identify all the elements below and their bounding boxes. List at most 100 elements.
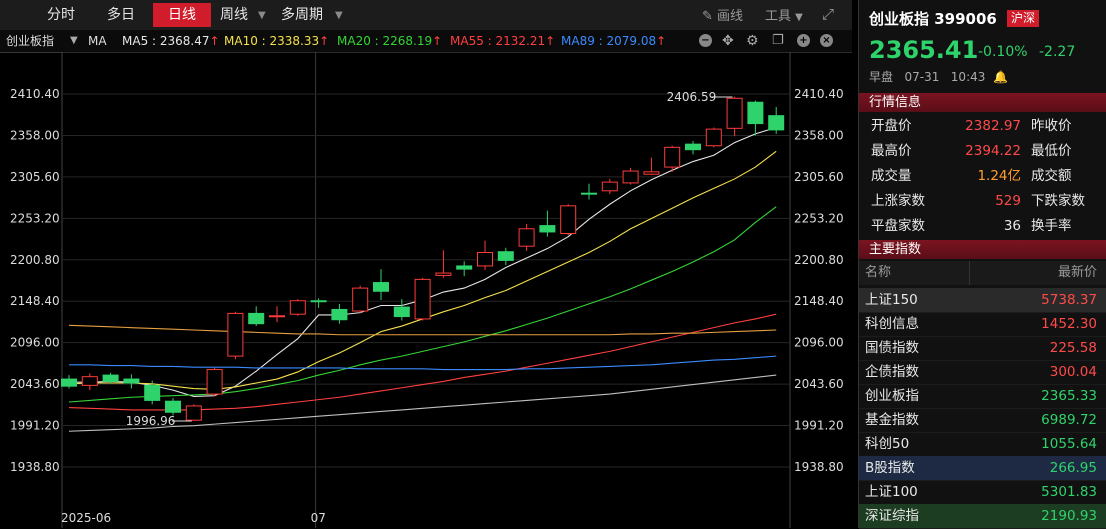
index-row[interactable]: 上证100 5301.83 bbox=[859, 480, 1106, 505]
ma-indicator-bar: 创业板指 ▼ MA MA5 : 2368.47↑ MA10 : 2338.33↑… bbox=[0, 30, 852, 53]
last-price: 2365.41 bbox=[869, 36, 979, 64]
quote-field-label: 下跌家数 bbox=[1031, 193, 1085, 209]
chevron-down-icon[interactable]: ▼ bbox=[258, 10, 266, 21]
fullscreen-icon[interactable]: ⤢ bbox=[822, 5, 834, 23]
candle-body bbox=[685, 143, 701, 151]
quote-field-label: 平盘家数 bbox=[871, 218, 925, 234]
index-row[interactable]: B股指数 266.95 bbox=[859, 456, 1106, 481]
quote-panel: 创业板指 399006 沪深 2365.41 -0.10% -2.27 早盘 0… bbox=[858, 0, 1106, 529]
ma20-value: MA20 : 2268.19↑ bbox=[337, 34, 443, 48]
index-row[interactable]: 科创50 1055.64 bbox=[859, 432, 1106, 457]
quote-row: 最高价 2394.22 最低价 bbox=[859, 139, 1106, 163]
candle-body bbox=[206, 369, 223, 395]
column-latest-price[interactable]: 最新价 bbox=[1058, 261, 1097, 285]
y-tick-label-left: 2200.80 bbox=[10, 253, 60, 267]
quote-field-label: 昨收价 bbox=[1031, 118, 1072, 134]
candle-body bbox=[393, 306, 410, 318]
candle-body bbox=[456, 265, 473, 270]
index-price: 2190.93 bbox=[1041, 508, 1097, 524]
index-name: 基金指数 bbox=[865, 412, 919, 428]
quote-field-label: 成交额 bbox=[1031, 168, 1072, 184]
index-row[interactable]: 上证150 5738.37 bbox=[859, 288, 1106, 313]
section-quote-info: 行情信息 bbox=[859, 93, 1106, 112]
gear-icon[interactable]: ⚙ bbox=[746, 30, 759, 52]
quote-field-value: 2394.22 bbox=[965, 143, 1021, 159]
close-icon[interactable]: × bbox=[820, 34, 833, 47]
quote-date: 07-31 bbox=[904, 70, 940, 84]
add-indicator-icon[interactable]: + bbox=[797, 34, 810, 47]
candlestick-chart[interactable]: 2410.40 2410.40 2358.00 2358.00 2305.60 2305.… bbox=[0, 52, 852, 528]
chevron-down-icon[interactable]: ▼ bbox=[335, 10, 343, 21]
tab-weekly[interactable]: 周线 bbox=[214, 3, 254, 27]
session-label: 早盘 bbox=[869, 70, 894, 84]
tab-multi-day[interactable]: 多日 bbox=[95, 3, 147, 27]
y-tick-label-right: 1938.80 bbox=[794, 460, 844, 474]
index-price: 1452.30 bbox=[1041, 316, 1097, 332]
tab-multi-period[interactable]: 多周期 bbox=[276, 3, 328, 27]
draw-line-button[interactable]: ✎ 画线 bbox=[702, 5, 743, 24]
candle-body bbox=[310, 300, 327, 303]
y-tick-label-left: 2043.60 bbox=[10, 377, 60, 391]
tab-daily[interactable]: 日线 bbox=[153, 3, 211, 27]
index-name: 上证150 bbox=[865, 292, 918, 308]
copy-icon[interactable]: ❐ bbox=[772, 30, 784, 52]
index-row[interactable]: 创业板指 2365.33 bbox=[859, 384, 1106, 409]
session-info: 早盘 07-31 10:43 🔔 bbox=[869, 68, 1008, 85]
candle-body bbox=[269, 315, 285, 318]
index-price: 1055.64 bbox=[1041, 436, 1097, 452]
tab-intraday[interactable]: 分时 bbox=[35, 3, 87, 27]
candle-body bbox=[601, 181, 618, 192]
candle-body bbox=[123, 378, 140, 384]
quote-field-value: 1.24亿 bbox=[977, 168, 1021, 184]
change-value: -2.27 bbox=[1039, 44, 1076, 60]
index-name: 企债指数 bbox=[865, 364, 919, 380]
index-price: 225.58 bbox=[1049, 340, 1097, 356]
quote-field-label: 最高价 bbox=[871, 143, 912, 159]
index-title: 创业板指 399006 bbox=[869, 10, 997, 28]
index-row[interactable]: 企债指数 300.04 bbox=[859, 360, 1106, 385]
index-row[interactable]: 国债指数 225.58 bbox=[859, 336, 1106, 361]
move-icon[interactable]: ✥ bbox=[722, 30, 734, 52]
collapse-icon[interactable]: − bbox=[699, 34, 712, 47]
candle-body bbox=[435, 272, 452, 276]
index-price: 5738.37 bbox=[1041, 292, 1097, 308]
index-row[interactable]: 基金指数 6989.72 bbox=[859, 408, 1106, 433]
candle-body bbox=[622, 170, 639, 184]
candle-body bbox=[664, 146, 681, 168]
index-row[interactable]: 深证综指 2190.93 bbox=[859, 504, 1106, 529]
index-name: 科创信息 bbox=[865, 316, 919, 332]
tools-label: 工具 bbox=[765, 9, 792, 24]
candle-body bbox=[477, 252, 493, 267]
quote-field-label: 最低价 bbox=[1031, 143, 1072, 159]
ma-line bbox=[69, 355, 777, 371]
y-tick-label-left: 2096.00 bbox=[10, 336, 60, 350]
candle-body bbox=[560, 205, 577, 235]
candle-body bbox=[768, 115, 785, 131]
y-tick-label-right: 2200.80 bbox=[794, 253, 844, 267]
quote-field-value: 36 bbox=[1003, 218, 1021, 234]
index-row[interactable]: 科创信息 1452.30 bbox=[859, 312, 1106, 337]
y-tick-label-right: 2096.00 bbox=[794, 336, 844, 350]
index-name: 科创50 bbox=[865, 436, 910, 452]
candle-body bbox=[185, 405, 202, 421]
candle-body bbox=[331, 308, 348, 321]
candle-body bbox=[165, 400, 181, 413]
y-tick-label-left: 1991.20 bbox=[10, 419, 60, 433]
candle-body bbox=[102, 374, 119, 382]
index-name: 创业板指 bbox=[865, 388, 919, 404]
column-name[interactable]: 名称 bbox=[865, 261, 891, 285]
alarm-bell-icon[interactable]: 🔔 bbox=[993, 70, 1008, 84]
candle-body bbox=[414, 278, 431, 320]
ma-label[interactable]: MA bbox=[88, 30, 107, 52]
quote-field-value: 2382.97 bbox=[965, 118, 1021, 134]
candle-body bbox=[539, 225, 556, 233]
candle-body bbox=[518, 228, 535, 247]
x-tick-label: 2025-06 bbox=[61, 511, 111, 525]
quote-field-value: 529 bbox=[995, 193, 1021, 209]
tools-button[interactable]: 工具 ▼ bbox=[765, 5, 803, 24]
y-tick-label-right: 2043.60 bbox=[794, 377, 844, 391]
candle-body bbox=[373, 282, 389, 292]
chevron-down-icon[interactable]: ▼ bbox=[70, 30, 78, 52]
quote-row: 成交量 1.24亿 成交额 bbox=[859, 164, 1106, 188]
quote-time: 10:43 bbox=[950, 70, 986, 84]
